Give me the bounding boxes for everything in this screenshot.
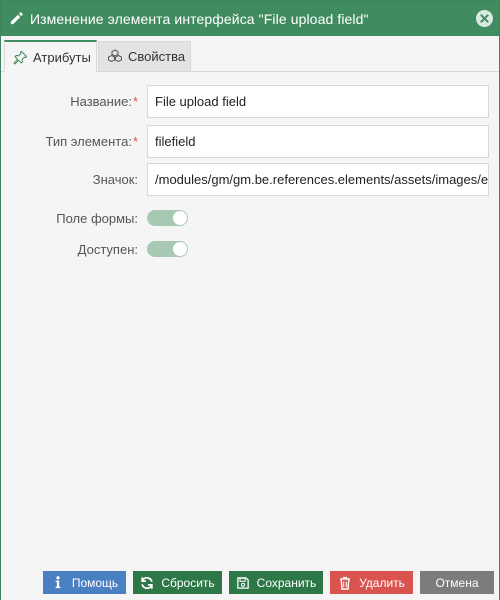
close-button[interactable] [476,10,493,27]
name-label: Название:* [1,94,142,109]
cubes-icon [107,49,123,65]
reset-button[interactable]: Сбросить [133,571,222,594]
tab-properties[interactable]: Свойства [98,41,191,71]
icon-label: Значок: [92,171,138,187]
cancel-button[interactable]: Отмена [420,571,494,594]
help-label: Помощь [71,575,119,590]
close-icon [480,14,489,23]
pencil-icon [8,11,24,27]
button-bar: Помощь Сбросить Сохранить Удалить Отмена [1,564,499,600]
tab-attributes-label: Атрибуты [33,50,91,65]
save-button[interactable]: Сохранить [229,571,323,594]
save-label: Сохранить [256,575,317,590]
enabled-toggle[interactable] [147,241,188,257]
refresh-icon [140,576,154,590]
trash-icon [338,576,352,590]
required-marker: * [132,93,138,109]
floppy-disk-icon [236,576,250,590]
enabled-label: Доступен: [77,241,138,257]
cancel-label: Отмена [435,575,479,590]
toggle-knob [173,242,187,256]
info-icon [51,576,65,590]
tab-properties-label: Свойства [128,49,186,64]
toggle-knob [173,211,187,225]
title-bar: Изменение элемента интерфейса "File uplo… [1,1,499,36]
type-label: Тип элемента:* [1,134,142,149]
tab-attributes[interactable]: Атрибуты [4,40,97,73]
type-label-text: Тип элемента: [45,133,132,149]
name-label-text: Название: [70,93,132,109]
icon-path-field[interactable]: /modules/gm/gm.be.references.elements/as… [147,162,489,196]
reset-label: Сбросить [161,575,215,590]
type-row: Тип элемента:* filefield [1,124,499,158]
required-marker: * [132,133,138,149]
name-row: Название:* File upload field [1,84,499,118]
icon-row: Значок: /modules/gm/gm.be.references.ele… [1,162,499,196]
dialog-title: Изменение элемента интерфейса "File uplo… [30,10,369,27]
form-field-toggle[interactable] [147,210,188,226]
form-field-label: Поле формы: [56,210,138,226]
delete-label: Удалить [359,575,405,590]
name-field[interactable]: File upload field [147,84,489,118]
delete-button[interactable]: Удалить [330,571,413,594]
edit-element-dialog: Изменение элемента интерфейса "File uplo… [0,0,500,600]
form-field-row: Поле формы: [1,208,499,228]
tab-bar: Атрибуты Свойства [1,36,499,73]
pin-icon [13,50,28,66]
type-field[interactable]: filefield [147,124,489,158]
help-button[interactable]: Помощь [43,571,126,594]
enabled-row: Доступен: [1,239,499,259]
attributes-panel: Название:* File upload field Тип элемент… [1,72,499,562]
